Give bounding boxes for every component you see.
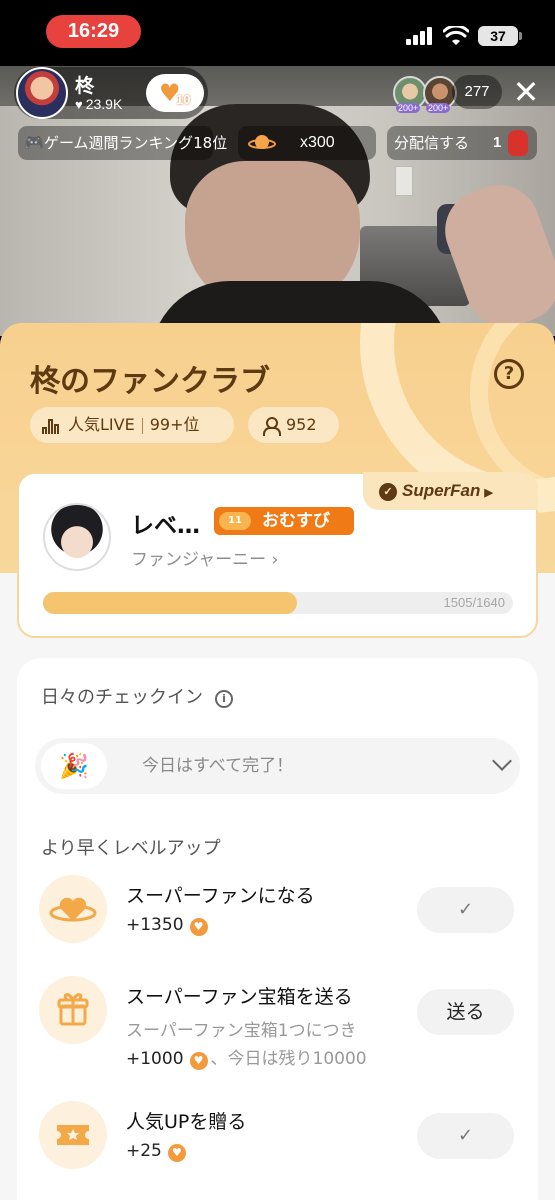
viewer-avatar[interactable]: 200+ bbox=[393, 76, 427, 113]
fan-coin-icon: ♥ bbox=[167, 1144, 186, 1162]
checkin-status: 今日はすべて完了！ bbox=[142, 756, 294, 776]
ranking-chip[interactable]: 🎮ゲーム週間ランキング18位 bbox=[18, 126, 227, 160]
planet-heart-icon bbox=[39, 875, 107, 943]
checkin-section-title: 日々のチェックイン i bbox=[41, 683, 233, 709]
checkin-title: 日々のチェックイン bbox=[41, 687, 203, 708]
gift-icon bbox=[39, 976, 107, 1044]
level-progress-text: 1505/1640 bbox=[443, 595, 505, 610]
help-icon[interactable]: ? bbox=[494, 359, 524, 389]
task-title: スーパーファン宝箱を送る bbox=[126, 986, 353, 1008]
member-count-pill[interactable]: 952 bbox=[248, 407, 339, 443]
chevron-down-icon[interactable] bbox=[492, 751, 512, 771]
level-progress-fill bbox=[43, 592, 297, 614]
fan-coin-icon: ♥ bbox=[189, 1052, 208, 1070]
check-badge-icon: ✓ bbox=[379, 483, 397, 501]
popularity-rank: 99+位 bbox=[149, 415, 200, 434]
task-item: スーパーファンになる +1350 ♥ ✓ bbox=[17, 875, 538, 975]
fan-club-title: 柊のファンクラブ bbox=[30, 364, 270, 399]
fan-journey-link[interactable]: ファンジャーニー › bbox=[131, 545, 278, 570]
share-chip[interactable]: 分配信する 1 bbox=[387, 126, 537, 160]
share-label: 分配信する bbox=[394, 134, 470, 152]
level-badge: 11 おむすび bbox=[214, 507, 354, 535]
signal-icon bbox=[406, 27, 434, 45]
fan-club-sheet: 柊のファンクラブ ? 人気LIVE 99+位 952 ✓ SuperFan ▶ レベ…… bbox=[0, 323, 555, 1200]
member-card: ✓ SuperFan ▶ レベ… 11 おむすび ファンジャーニー › 1505/16… bbox=[17, 472, 538, 638]
daily-tasks-card: 日々のチェックイン i 🎉 今日はすべて完了！ より早くレベルアップ スーパーファ… bbox=[17, 658, 538, 1200]
battery-indicator: 37 bbox=[478, 26, 522, 46]
close-icon[interactable]: ✕ bbox=[511, 76, 541, 108]
member-count: 952 bbox=[286, 415, 317, 434]
level-progress-bar: 1505/1640 bbox=[43, 592, 513, 614]
task-points-value: +25 bbox=[126, 1141, 162, 1161]
status-time: 16:29 bbox=[46, 15, 141, 48]
ranking-label: ゲーム週間ランキング18位 bbox=[44, 134, 228, 152]
host-likes-count: 23.9K bbox=[85, 96, 123, 112]
checkin-row[interactable]: 🎉 今日はすべて完了！ bbox=[35, 738, 520, 794]
planet-icon bbox=[248, 135, 276, 149]
status-bar: 16:29 37 bbox=[0, 0, 555, 66]
multiplier-value: x300 bbox=[300, 134, 335, 151]
send-button[interactable]: 送る bbox=[417, 989, 514, 1035]
ticket-icon bbox=[39, 1101, 107, 1169]
host-likes: ♥ 23.9K bbox=[75, 96, 122, 112]
viewer-badge: 200+ bbox=[426, 103, 451, 113]
level-badge-icon: 11 bbox=[219, 512, 251, 530]
ranking-bars-icon bbox=[42, 418, 62, 434]
task-points: +25 ♥ bbox=[126, 1141, 189, 1162]
task-done-button[interactable]: ✓ bbox=[417, 887, 514, 933]
task-done-button[interactable]: ✓ bbox=[417, 1113, 514, 1159]
superfan-label: SuperFan bbox=[402, 481, 481, 500]
viewer-badge: 200+ bbox=[396, 103, 421, 113]
task-points-value: +1350 bbox=[126, 915, 184, 935]
share-count: 1 bbox=[493, 134, 502, 151]
fan-level-number: 10 bbox=[176, 92, 191, 107]
task-points: +1000 ♥ 、今日は残り10000 bbox=[126, 1044, 367, 1070]
member-avatar bbox=[43, 503, 111, 571]
popularity-pill[interactable]: 人気LIVE 99+位 bbox=[30, 407, 234, 443]
task-title: スーパーファンになる bbox=[126, 885, 315, 907]
member-level: レベ… bbox=[131, 513, 200, 539]
party-popper-icon: 🎉 bbox=[41, 743, 107, 789]
boxing-glove-icon bbox=[508, 130, 528, 156]
host-name: 柊 bbox=[75, 75, 95, 97]
level-badge-name: おむすび bbox=[262, 511, 330, 531]
task-points: +1350 ♥ bbox=[126, 915, 211, 936]
fan-coin-icon: ♥ bbox=[189, 918, 208, 936]
heart-icon: ♥ bbox=[75, 97, 83, 112]
chevron-right-icon: ▶ bbox=[484, 487, 493, 499]
host-avatar[interactable] bbox=[16, 67, 68, 119]
task-points-value: +1000 bbox=[126, 1049, 184, 1069]
levelup-section-title: より早くレベルアップ bbox=[41, 838, 221, 859]
person-icon bbox=[262, 417, 281, 436]
task-item: 人気UPを贈る +25 ♥ ✓ bbox=[17, 1101, 538, 1200]
popularity-label: 人気LIVE bbox=[68, 415, 135, 434]
info-icon[interactable]: i bbox=[215, 690, 233, 708]
multiplier-chip[interactable]: x300 bbox=[238, 126, 376, 160]
wifi-icon bbox=[443, 26, 469, 45]
superfan-tag[interactable]: ✓ SuperFan ▶ bbox=[363, 472, 538, 510]
task-points-suffix: 、今日は残り10000 bbox=[210, 1049, 367, 1069]
viewer-count[interactable]: 277 bbox=[452, 75, 502, 109]
task-item: スーパーファン宝箱を送る スーパーファン宝箱1つにつき +1000 ♥ 、今日は残り… bbox=[17, 976, 538, 1076]
task-subtitle: スーパーファン宝箱1つにつき bbox=[126, 1021, 357, 1041]
fan-club-button[interactable]: ♥ 10 bbox=[146, 74, 204, 112]
gamepad-icon: 🎮 bbox=[24, 133, 44, 152]
task-title: 人気UPを贈る bbox=[126, 1111, 247, 1133]
